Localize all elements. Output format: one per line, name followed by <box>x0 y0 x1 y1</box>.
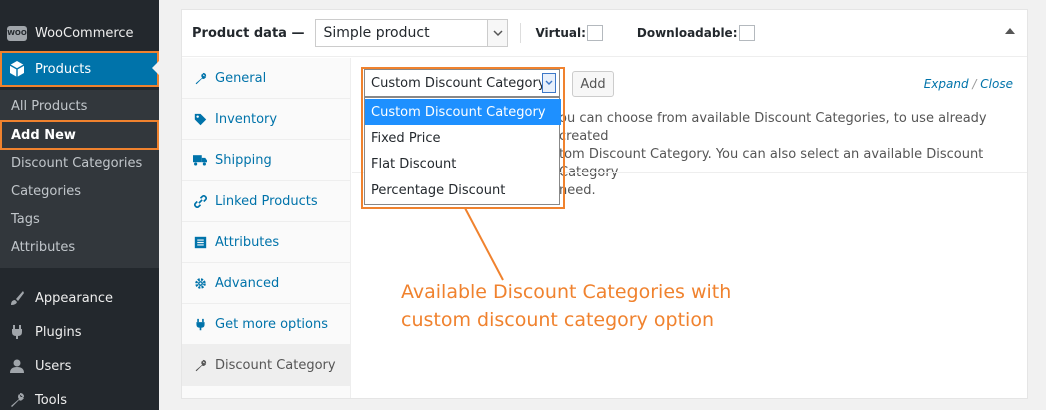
product-data-panel: Product data — Simple product Virtual: D… <box>181 9 1028 399</box>
menu-tools-label: Tools <box>35 392 68 408</box>
truck-icon <box>193 153 207 167</box>
menu-appearance-label: Appearance <box>35 290 114 306</box>
menu-woocommerce[interactable]: WOO WooCommerce <box>0 16 159 50</box>
list-icon <box>193 235 207 249</box>
discount-category-select-wrap: Custom Discount Category <box>364 69 562 97</box>
tab-get-more-options-label: Get more options <box>215 316 328 332</box>
callout-annotation: Available Discount Categories with custo… <box>401 278 801 334</box>
virtual-checkbox[interactable] <box>586 25 603 41</box>
menu-users-label: Users <box>35 358 72 374</box>
submenu-tags[interactable]: Tags <box>0 205 159 233</box>
tab-discount-category-label: Discount Category <box>215 357 336 373</box>
menu-products-label: Products <box>35 61 92 77</box>
tab-advanced-label: Advanced <box>215 275 280 291</box>
description-line: need. <box>559 183 596 198</box>
submenu-discount-categories[interactable]: Discount Categories <box>0 149 159 177</box>
product-type-value: Simple product <box>323 25 430 41</box>
expand-close-separator: / <box>972 77 977 91</box>
submenu-all-products[interactable]: All Products <box>0 92 159 120</box>
tab-advanced[interactable]: Advanced <box>182 263 351 304</box>
tab-linked-products-label: Linked Products <box>215 193 318 209</box>
woocommerce-icon: WOO <box>7 23 27 43</box>
gear-icon <box>193 276 207 290</box>
active-arrow-icon <box>152 61 159 75</box>
callout-line-2: custom discount category option <box>401 309 714 331</box>
products-submenu: All Products Add New Discount Categories… <box>0 90 159 268</box>
tab-shipping[interactable]: Shipping <box>182 140 351 181</box>
product-data-header: Product data — Simple product Virtual: D… <box>182 10 1027 57</box>
collapse-toggle-icon[interactable] <box>1005 28 1015 34</box>
discount-category-value: Custom Discount Category <box>371 75 546 91</box>
plugin-icon <box>193 317 207 331</box>
menu-users[interactable]: Users <box>0 349 159 383</box>
discount-category-select[interactable]: Custom Discount Category <box>364 69 560 97</box>
chevron-down-icon <box>542 73 556 93</box>
callout-line-1: Available Discount Categories with <box>401 281 732 303</box>
discount-options-list: Custom Discount Category Fixed Price Fla… <box>364 97 561 205</box>
option-flat-discount[interactable]: Flat Discount <box>365 151 561 177</box>
user-icon <box>7 356 27 376</box>
description-line: tom Discount Category. You can also sele… <box>559 147 984 180</box>
expand-close-links: Expand / Close <box>924 77 1013 91</box>
add-button[interactable]: Add <box>572 71 614 97</box>
products-box-icon <box>7 59 27 79</box>
expand-link[interactable]: Expand <box>924 77 969 91</box>
wrench-icon <box>7 390 27 410</box>
menu-woocommerce-label: WooCommerce <box>35 25 134 41</box>
discount-description: ou can choose from available Discount Ca… <box>559 110 1019 200</box>
tab-inventory-label: Inventory <box>215 111 278 127</box>
tab-discount-category[interactable]: Discount Category <box>182 345 351 386</box>
plugin-icon <box>7 322 27 342</box>
submenu-attributes[interactable]: Attributes <box>0 233 159 261</box>
close-link[interactable]: Close <box>980 77 1013 91</box>
header-separator <box>520 23 522 43</box>
product-data-tabs: General Inventory Shipping Linked Produc… <box>182 58 351 398</box>
tab-linked-products[interactable]: Linked Products <box>182 181 351 222</box>
wrench-icon <box>193 71 207 85</box>
virtual-label: Virtual: <box>535 26 586 40</box>
chevron-down-icon <box>487 20 508 46</box>
tab-attributes[interactable]: Attributes <box>182 222 351 263</box>
description-line: ou can choose from available Discount Ca… <box>559 111 987 144</box>
menu-plugins-label: Plugins <box>35 324 82 340</box>
menu-appearance[interactable]: Appearance <box>0 281 159 315</box>
menu-plugins[interactable]: Plugins <box>0 315 159 349</box>
option-fixed-price[interactable]: Fixed Price <box>365 125 561 151</box>
tag-icon <box>193 112 207 126</box>
option-custom-discount-category[interactable]: Custom Discount Category <box>365 99 561 125</box>
submenu-add-new[interactable]: Add New <box>0 120 159 150</box>
downloadable-checkbox[interactable] <box>738 25 755 41</box>
menu-tools[interactable]: Tools <box>0 383 159 410</box>
paintbrush-icon <box>7 288 27 308</box>
admin-sidebar: WOO WooCommerce Products All Products Ad… <box>0 0 159 410</box>
tab-get-more-options[interactable]: Get more options <box>182 304 351 345</box>
downloadable-label: Downloadable: <box>636 26 738 40</box>
product-type-select[interactable]: Simple product <box>315 19 509 47</box>
tab-inventory[interactable]: Inventory <box>182 99 351 140</box>
submenu-categories[interactable]: Categories <box>0 177 159 205</box>
option-percentage-discount[interactable]: Percentage Discount <box>365 177 561 203</box>
tab-attributes-label: Attributes <box>215 234 280 250</box>
tab-shipping-label: Shipping <box>215 152 272 168</box>
menu-products[interactable]: Products <box>0 51 159 87</box>
link-icon <box>193 194 207 208</box>
wrench-icon <box>193 358 207 372</box>
tab-general[interactable]: General <box>182 58 351 99</box>
tab-general-label: General <box>215 70 267 86</box>
product-data-label: Product data — <box>192 25 305 41</box>
